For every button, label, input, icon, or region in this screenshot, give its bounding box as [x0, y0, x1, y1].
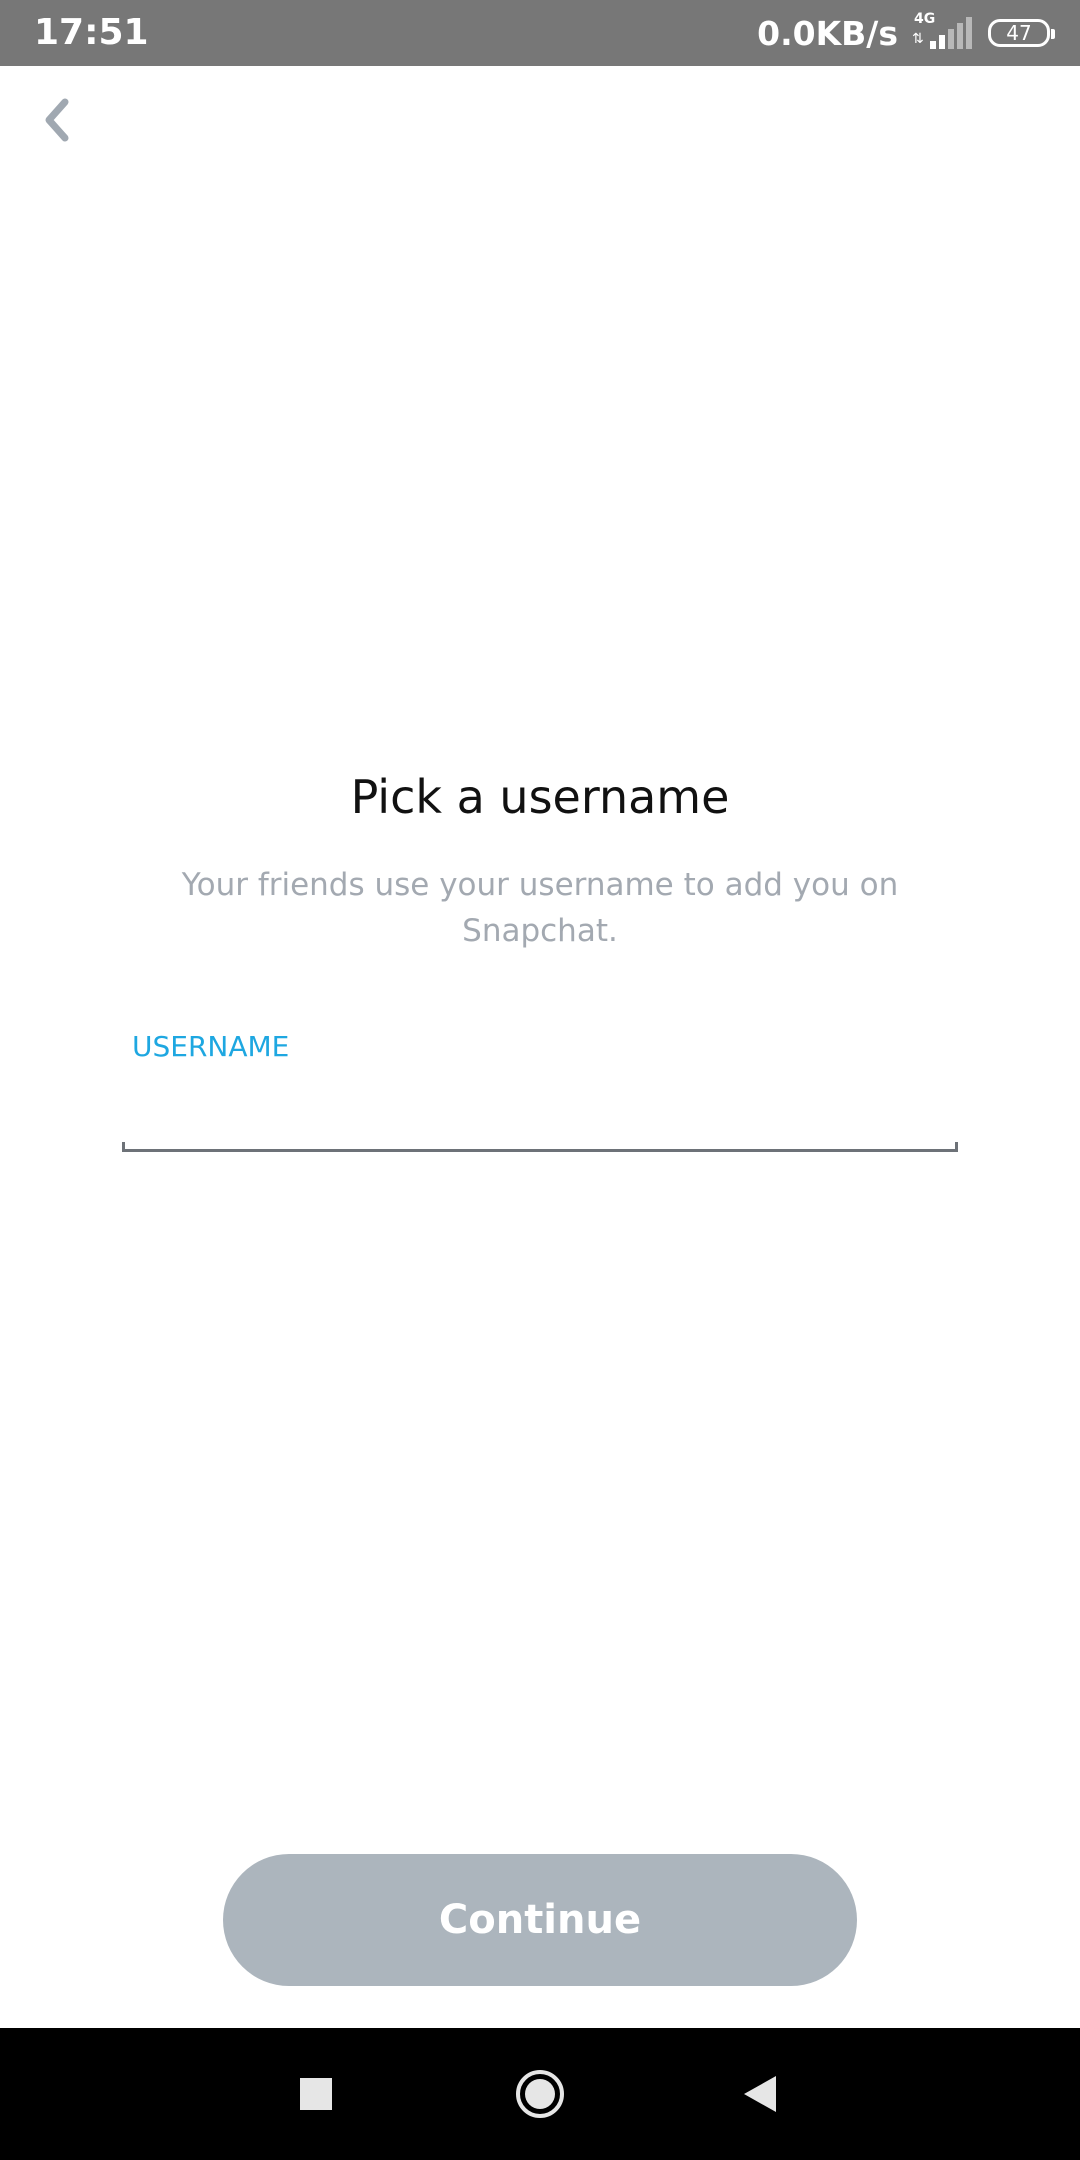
status-indicators: 0.0KB/s 4G ⇅ 47 [757, 10, 1055, 56]
battery-level: 47 [1006, 21, 1032, 45]
battery-icon: 47 [988, 19, 1055, 47]
network-type-label: 4G [914, 11, 936, 27]
status-time: 17:51 [34, 12, 149, 53]
back-icon [744, 2076, 776, 2112]
system-back-button[interactable] [700, 2028, 820, 2160]
back-button[interactable] [32, 92, 80, 148]
recents-button[interactable] [256, 2028, 376, 2160]
status-bar: 17:51 0.0KB/s 4G ⇅ 47 [0, 0, 1080, 66]
home-icon [516, 2070, 564, 2118]
page-subtitle: Your friends use your username to add yo… [181, 867, 899, 949]
signal-icon: 4G ⇅ [910, 11, 974, 53]
continue-button[interactable]: Continue [223, 1854, 857, 1986]
network-speed: 0.0KB/s [757, 13, 898, 53]
home-button[interactable] [480, 2028, 600, 2160]
data-arrows-icon: ⇅ [912, 31, 924, 47]
system-nav-bar [0, 2028, 1080, 2160]
page-title: Pick a username [350, 770, 730, 824]
recents-icon [300, 2078, 332, 2110]
username-input[interactable] [122, 1078, 958, 1148]
username-field-label: USERNAME [132, 1030, 290, 1063]
chevron-left-icon [45, 98, 69, 142]
username-field-underline [122, 1142, 958, 1152]
